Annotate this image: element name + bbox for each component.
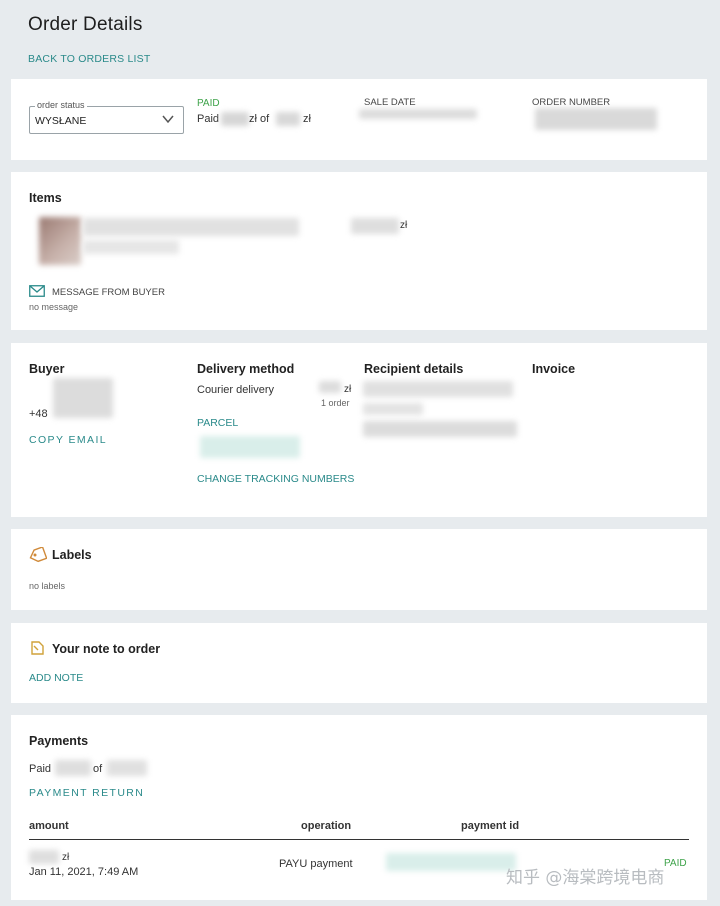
item-price-currency: zł <box>400 220 408 231</box>
page-header: Order Details BACK TO ORDERS LIST <box>0 0 720 75</box>
redacted-payment-total <box>107 760 147 776</box>
row-amount-currency: zł <box>62 852 70 863</box>
buyer-phone-prefix: +48 <box>29 408 48 420</box>
delivery-method-value: Courier delivery <box>197 384 275 396</box>
labels-card: Labels no labels <box>11 529 707 610</box>
order-status-legend: order status <box>35 100 87 110</box>
note-card: Your note to order ADD NOTE <box>11 623 707 703</box>
message-from-buyer-label: MESSAGE FROM BUYER <box>52 287 165 298</box>
redacted-sale-date <box>359 109 477 119</box>
order-details-card: Buyer +48 COPY EMAIL Delivery method Cou… <box>11 343 707 517</box>
items-title: Items <box>29 191 62 205</box>
table-header-divider <box>29 839 689 840</box>
items-card: Items zł MESSAGE FROM BUYER no message <box>11 172 707 330</box>
redacted-tracking-number <box>200 436 300 458</box>
column-header-amount: amount <box>29 820 69 832</box>
column-header-operation: operation <box>301 820 352 832</box>
copy-email-link[interactable]: COPY EMAIL <box>29 434 107 446</box>
note-title: Your note to order <box>52 642 161 656</box>
redacted-row-amount <box>29 850 59 864</box>
delivery-currency: zł <box>344 384 352 395</box>
tag-icon <box>29 547 47 563</box>
labels-title: Labels <box>52 548 92 562</box>
redacted-product-name <box>83 218 299 236</box>
delivery-method-title: Delivery method <box>197 362 295 376</box>
redacted-buyer-name <box>53 378 113 418</box>
delivery-orders-count: 1 order <box>321 398 350 408</box>
redacted-payment-paid-amount <box>55 760 91 776</box>
redacted-paid-amount <box>221 112 249 126</box>
message-value: no message <box>29 302 79 312</box>
product-thumbnail <box>39 217 81 265</box>
redacted-total-amount <box>276 112 300 126</box>
order-number-label: ORDER NUMBER <box>532 97 611 108</box>
redacted-recipient-line-3 <box>363 421 517 437</box>
labels-empty-text: no labels <box>29 581 66 591</box>
redacted-delivery-price <box>319 381 341 393</box>
row-status-badge: PAID <box>664 858 687 869</box>
order-summary-card: order status WYSŁANE PAID Paid zł of zł … <box>11 79 707 160</box>
total-currency: zł <box>303 113 311 125</box>
invoice-title: Invoice <box>532 362 576 376</box>
buyer-title: Buyer <box>29 362 65 376</box>
paid-badge: PAID <box>197 98 220 109</box>
order-status-value: WYSŁANE <box>35 115 87 127</box>
order-status-select[interactable]: order status WYSŁANE <box>29 100 184 134</box>
back-to-orders-link[interactable]: BACK TO ORDERS LIST <box>28 53 150 65</box>
page-title: Order Details <box>28 14 143 35</box>
payment-return-link[interactable]: PAYMENT RETURN <box>29 787 144 799</box>
redacted-recipient-line-1 <box>363 381 513 397</box>
add-note-link[interactable]: ADD NOTE <box>29 672 83 684</box>
payments-paid-prefix: Paid <box>29 763 52 775</box>
payments-title: Payments <box>29 734 89 748</box>
paid-currency-of: zł of <box>249 113 270 125</box>
sale-date-label: SALE DATE <box>364 97 416 108</box>
redacted-item-price <box>351 218 399 234</box>
paid-prefix: Paid <box>197 113 220 125</box>
redacted-recipient-line-2 <box>363 403 423 415</box>
column-header-payment-id: payment id <box>461 820 520 832</box>
recipient-details-title: Recipient details <box>364 362 464 376</box>
chevron-down-icon <box>162 115 174 124</box>
redacted-order-number <box>535 108 657 130</box>
redacted-payment-id <box>386 853 516 871</box>
note-icon <box>31 641 44 655</box>
payments-paid-of: of <box>93 763 103 775</box>
redacted-product-subline <box>83 240 179 254</box>
row-date: Jan 11, 2021, 7:49 AM <box>29 866 139 878</box>
envelope-icon <box>29 285 45 297</box>
parcel-label: PARCEL <box>197 417 239 429</box>
change-tracking-numbers-link[interactable]: CHANGE TRACKING NUMBERS <box>197 473 354 485</box>
row-operation: PAYU payment <box>279 858 353 870</box>
watermark: 知乎 @海棠跨境电商 <box>506 868 665 888</box>
